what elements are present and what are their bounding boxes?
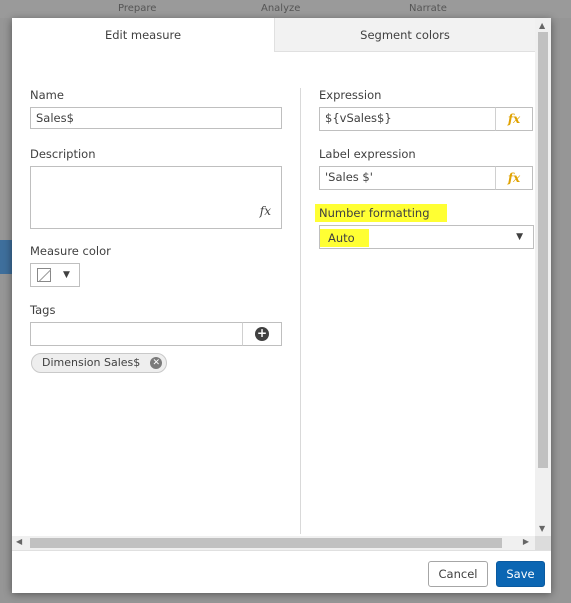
scroll-down-icon[interactable]: ▼ [539, 524, 545, 533]
remove-tag-icon[interactable]: ✕ [150, 357, 163, 369]
tab-segment-colors[interactable]: Segment colors [274, 18, 535, 52]
name-label: Name [30, 88, 64, 102]
expression-input[interactable]: ${vSales$} [319, 107, 496, 131]
vertical-scroll-thumb[interactable] [538, 32, 548, 468]
vertical-scrollbar[interactable]: ▲ ▼ [535, 18, 551, 536]
description-textarea[interactable]: fx [30, 166, 282, 229]
scrollbar-corner [535, 536, 551, 550]
color-swatch [37, 268, 51, 282]
measure-color-label: Measure color [30, 244, 111, 258]
dialog-tabs: Edit measure Segment colors [12, 18, 535, 52]
tag-chip: Dimension Sales$ ✕ [31, 353, 168, 373]
tag-label: Dimension Sales$ [42, 356, 141, 369]
save-button[interactable]: Save [496, 561, 545, 587]
measure-color-button[interactable]: ▼ [30, 263, 80, 287]
description-fx-icon[interactable]: fx [260, 204, 271, 218]
scroll-up-icon[interactable]: ▲ [539, 21, 545, 30]
chevron-down-icon: ▼ [63, 270, 70, 280]
expression-label: Expression [319, 88, 382, 102]
column-divider [300, 88, 301, 534]
horizontal-scrollbar[interactable]: ◀ ▶ [12, 536, 535, 550]
dialog-footer: Cancel Save [12, 550, 551, 593]
number-formatting-select[interactable]: Auto ▼ [319, 225, 534, 249]
label-expression-input[interactable]: 'Sales $' [319, 166, 496, 190]
chevron-down-icon: ▼ [516, 232, 523, 242]
number-formatting-value: Auto [320, 229, 369, 247]
nav-prepare: Prepare [118, 3, 157, 14]
add-tag-button[interactable]: + [242, 322, 282, 346]
background-sidebar-band [0, 240, 12, 274]
scroll-left-icon[interactable]: ◀ [16, 537, 22, 546]
horizontal-scroll-thumb[interactable] [30, 538, 502, 548]
tags-label: Tags [30, 303, 56, 317]
description-label: Description [30, 147, 96, 161]
nav-analyze: Analyze [261, 3, 301, 14]
tab-edit-measure[interactable]: Edit measure [12, 18, 274, 52]
plus-circle-icon: + [255, 326, 269, 341]
name-input[interactable]: Sales$ [30, 107, 282, 129]
number-formatting-label: Number formatting [315, 204, 447, 222]
tags-input[interactable] [30, 322, 243, 346]
expression-fx-button[interactable]: fx [495, 107, 533, 131]
edit-measure-dialog: Edit measure Segment colors ▲ ▼ Name Sal… [12, 18, 551, 593]
scroll-right-icon[interactable]: ▶ [523, 537, 529, 546]
cancel-button[interactable]: Cancel [428, 561, 488, 587]
label-expression-fx-button[interactable]: fx [495, 166, 533, 190]
nav-narrate: Narrate [409, 3, 447, 14]
background-topbar: Prepare Analyze Narrate [0, 0, 571, 18]
label-expression-label: Label expression [319, 147, 416, 161]
